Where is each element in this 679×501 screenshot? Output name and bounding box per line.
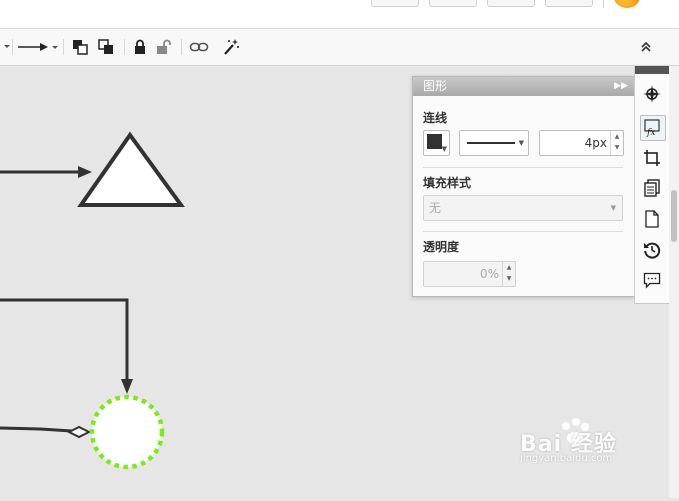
section-divider (423, 231, 623, 232)
toolbar-divider (12, 39, 13, 55)
chevron-down-icon: ▼ (441, 145, 447, 153)
chevron-down-icon[interactable] (2, 37, 12, 57)
arrow-end-icon (18, 43, 58, 51)
collapse-toolbar-button[interactable] (636, 37, 656, 57)
sidebar-top-strip (635, 66, 670, 74)
header-button[interactable] (545, 0, 593, 7)
fx-style-icon[interactable]: fx (640, 115, 666, 141)
bring-to-front-button[interactable] (70, 37, 90, 57)
collapse-panel-icon[interactable]: ▶▶ (614, 77, 628, 96)
toolbar (0, 29, 679, 66)
crop-icon[interactable] (640, 146, 664, 170)
line-section-title: 连线 (423, 111, 448, 125)
line-color-picker[interactable]: ▼ (423, 130, 450, 156)
elbow-connector[interactable] (0, 298, 129, 382)
scrollbar-thumb[interactable] (671, 190, 677, 242)
history-icon[interactable] (640, 238, 664, 262)
fill-section-title: 填充样式 (423, 176, 472, 190)
opacity-stepper[interactable]: 0% ▲ ▼ (423, 261, 516, 287)
magic-wand-icon (224, 39, 239, 55)
link-button[interactable] (188, 37, 210, 57)
stepper-arrows[interactable]: ▲ ▼ (502, 262, 515, 286)
watermark: Bai 经验 jingyan.baidu.com (520, 418, 640, 472)
toolbar-divider (63, 39, 64, 55)
fill-style-value: 无 (429, 201, 442, 215)
stepper-arrows[interactable]: ▲ ▼ (610, 131, 623, 155)
header-button[interactable] (487, 0, 535, 7)
header-button[interactable] (429, 0, 477, 7)
compass-icon[interactable] (640, 82, 664, 106)
arrowhead (78, 166, 92, 178)
pages-icon[interactable] (640, 176, 664, 200)
unlock-icon (157, 39, 171, 54)
magic-wand-button[interactable] (220, 37, 242, 57)
line-end-arrow-button[interactable] (16, 37, 58, 57)
line-style-preview (467, 142, 515, 144)
top-header (0, 0, 679, 29)
line-color-swatch (427, 134, 442, 149)
diamond-end-marker (66, 425, 92, 439)
line-width-stepper[interactable]: 4px ▲ ▼ (539, 130, 624, 156)
avatar[interactable] (614, 0, 640, 8)
link-icon (189, 42, 209, 52)
vertical-scrollbar[interactable] (669, 66, 679, 498)
watermark-url: jingyan.baidu.com (520, 453, 613, 464)
toolbar-divider (181, 39, 182, 55)
connector-line[interactable] (0, 426, 73, 433)
header-button[interactable] (371, 0, 419, 7)
unlock-button[interactable] (155, 37, 173, 57)
opacity-section-title: 透明度 (423, 240, 460, 254)
double-chevron-up-icon (641, 41, 651, 52)
send-to-back-button[interactable] (96, 37, 116, 57)
comment-icon[interactable] (640, 268, 664, 292)
arrowhead (121, 379, 133, 394)
shape-properties-panel: 图形 ▶▶ 连线 ▼ ▼ 4px ▲ ▼ 填充样式 无 ▼ 透明度 0% ▲ ▼ (412, 76, 635, 297)
chevron-down-icon: ▼ (610, 204, 616, 212)
section-divider (423, 167, 623, 168)
right-tool-sidebar: fx (634, 66, 670, 304)
page-icon[interactable] (640, 207, 664, 231)
triangle-shape[interactable] (77, 131, 185, 207)
selected-circle-shape[interactable] (89, 394, 165, 470)
line-width-value: 4px (584, 136, 607, 150)
svg-text:fx: fx (646, 128, 655, 137)
line-style-dropdown[interactable]: ▼ (459, 130, 529, 156)
lock-icon (135, 39, 145, 54)
send-back-icon (98, 39, 113, 54)
panel-header: 图形 ▶▶ (413, 77, 634, 96)
fill-style-select[interactable]: 无 ▼ (423, 195, 623, 221)
opacity-value: 0% (479, 267, 499, 281)
header-divider (603, 0, 604, 8)
bring-front-icon (73, 40, 88, 55)
panel-title: 图形 (423, 79, 448, 93)
toolbar-divider (124, 39, 125, 55)
lock-button[interactable] (131, 37, 149, 57)
chevron-down-icon: ▼ (518, 139, 524, 147)
